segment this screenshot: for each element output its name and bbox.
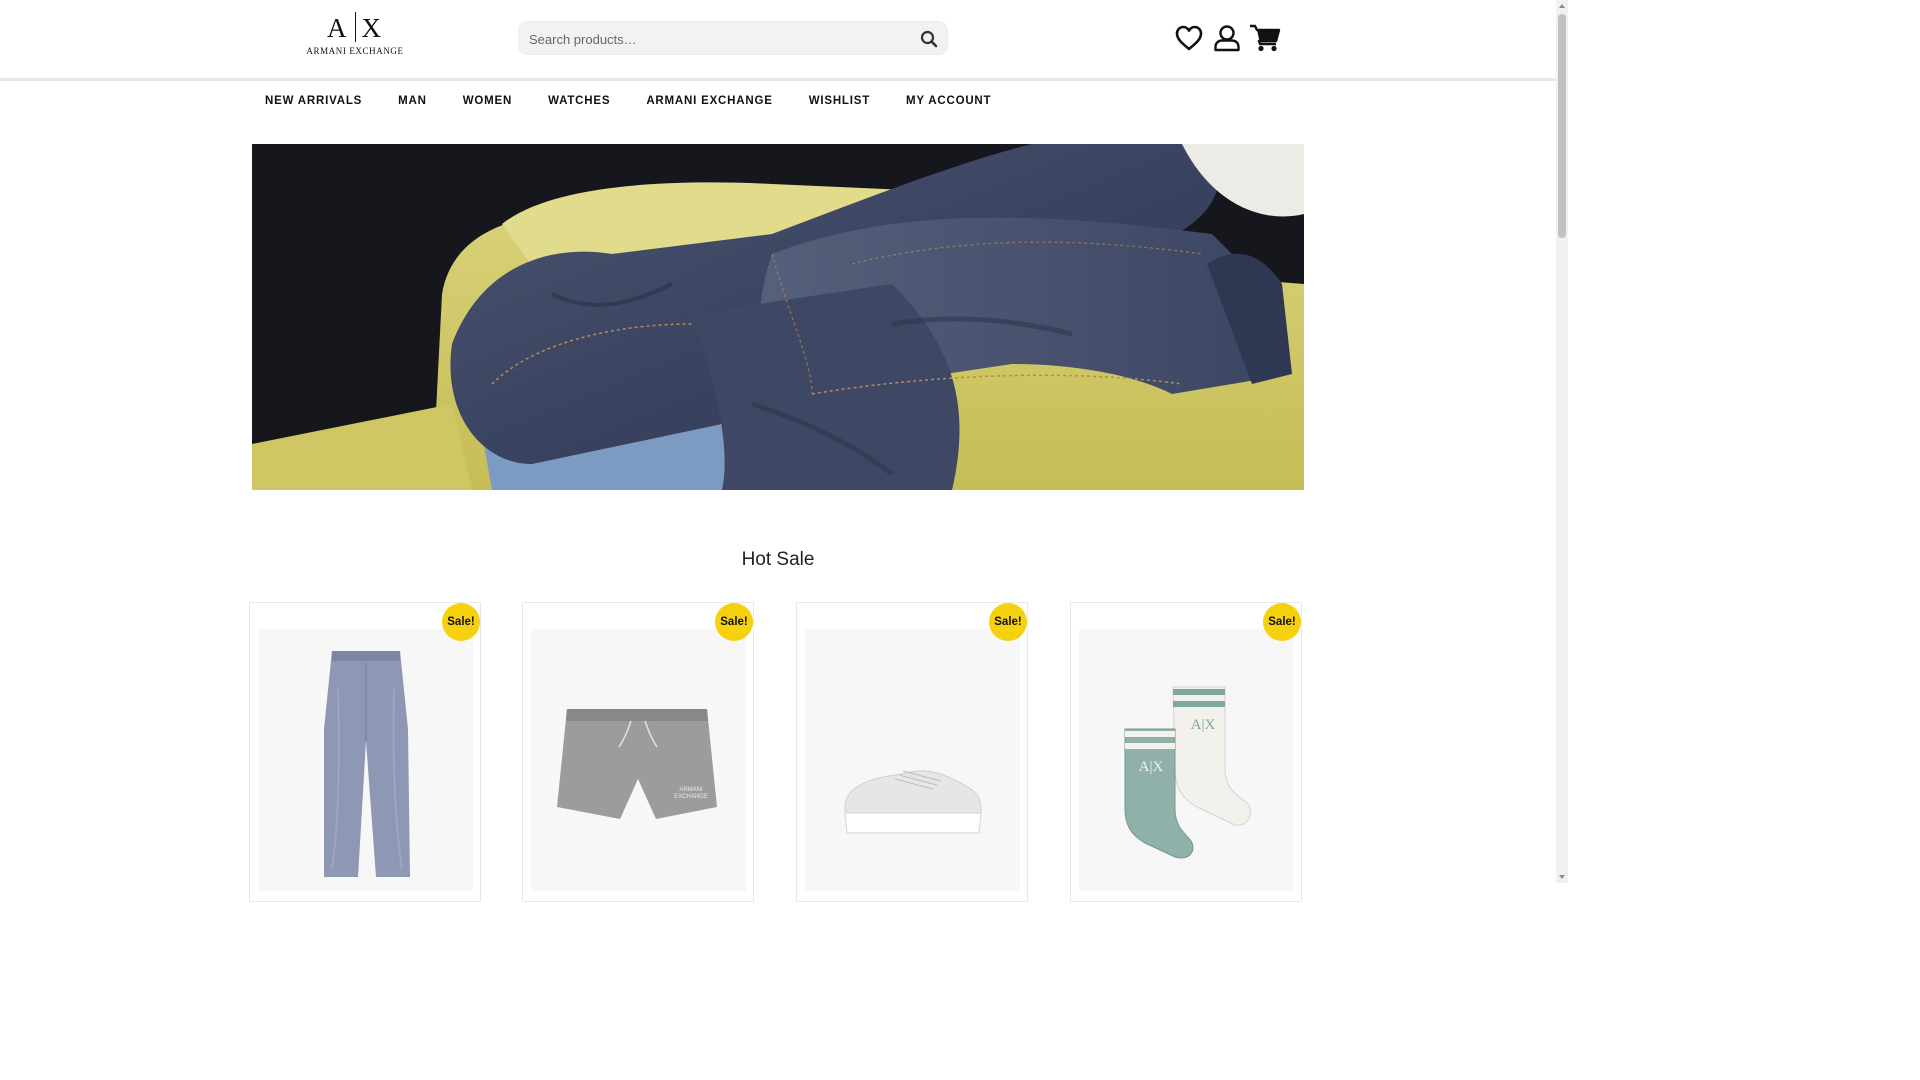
product-card-socks[interactable]: A|X A|X Sale! [1070,602,1302,902]
product-card-trousers[interactable]: Sale! [249,602,481,902]
armani-exchange-logo[interactable]: AX ARMANI EXCHANGE [300,12,410,64]
hero-denim-image [252,144,1304,490]
search-input[interactable] [527,22,911,56]
hot-sale-title: Hot Sale [741,549,815,570]
svg-text:ARMANI: ARMANI [679,787,703,793]
product-card-swim-shorts[interactable]: ARMANI EXCHANGE Sale! [522,602,754,902]
product-card-sneakers[interactable]: Sale! [796,602,1028,902]
nav-item-armani-exchange[interactable]: ARMANI EXCHANGE [628,89,790,119]
sale-badge: Sale! [1263,603,1301,641]
cart-icon[interactable] [1249,23,1281,53]
search-bar [518,21,948,56]
scroll-up-arrow-icon[interactable] [1559,4,1565,8]
hero-banner[interactable] [252,144,1304,490]
account-user-icon[interactable] [1212,23,1242,53]
logo-mark: AX [327,12,383,43]
sale-badge: Sale! [989,603,1027,641]
nav-item-watches[interactable]: WATCHES [530,89,628,119]
wishlist-heart-icon[interactable] [1174,23,1204,53]
product-image-swim-shorts[interactable]: ARMANI EXCHANGE [531,629,746,891]
svg-text:A|X: A|X [1191,717,1216,733]
site-header: AX ARMANI EXCHANGE [0,0,1556,81]
product-image-sneakers[interactable] [805,629,1020,891]
scrollbar-thumb[interactable] [1558,14,1566,238]
nav-item-wishlist[interactable]: WISHLIST [791,89,888,119]
page-scrollbar[interactable] [1556,0,1568,883]
main-nav: NEW ARRIVALS MAN WOMEN WATCHES ARMANI EX… [247,89,1009,119]
scroll-down-arrow-icon[interactable] [1559,875,1565,879]
nav-item-women[interactable]: WOMEN [445,89,530,119]
product-image-trousers[interactable] [258,629,473,891]
nav-item-new-arrivals[interactable]: NEW ARRIVALS [247,89,380,119]
nav-item-my-account[interactable]: MY ACCOUNT [888,89,1009,119]
product-image-socks[interactable]: A|X A|X [1079,629,1294,891]
search-icon[interactable] [919,29,939,49]
logo-wordmark: ARMANI EXCHANGE [306,46,404,56]
sale-badge: Sale! [715,603,753,641]
nav-item-man[interactable]: MAN [380,89,445,119]
svg-text:EXCHANGE: EXCHANGE [674,794,708,800]
svg-text:A|X: A|X [1139,759,1164,775]
sale-badge: Sale! [442,603,480,641]
